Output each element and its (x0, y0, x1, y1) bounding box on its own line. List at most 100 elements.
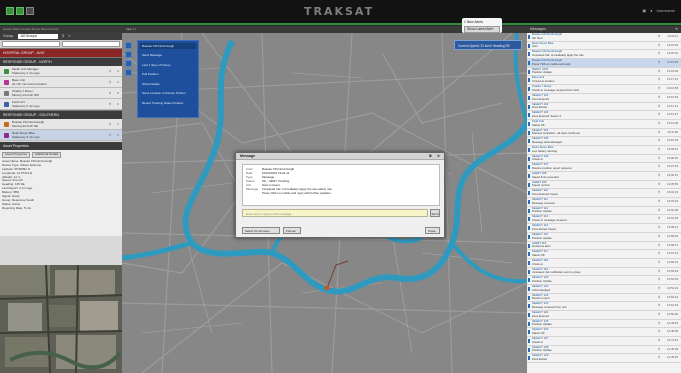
asset-row[interactable]: Refer Rover Blue Stationary 3 min ago ⚲ ≡ (0, 130, 122, 141)
message-row[interactable]: SELECT 117 Status OK ⚲ 12:57:13 (527, 250, 681, 259)
message-row[interactable]: SELECT 106 Check-in ⚲ 13:08:02 (527, 155, 681, 164)
close-button[interactable]: Close (425, 227, 440, 234)
menu-icon[interactable]: ≡ (68, 33, 70, 40)
zoom-out-button[interactable] (125, 51, 132, 58)
search-icon[interactable]: ⚲ (109, 91, 111, 95)
group-header[interactable]: RESPONSE GROUP - NORTH (0, 57, 122, 66)
message-row[interactable]: ALERT 109 Speed normal ⚲ 13:05:55 (527, 181, 681, 190)
reply-icon[interactable]: ⚲ (658, 95, 660, 100)
select-all-users-button[interactable]: Select for all users (242, 227, 280, 234)
menu-icon[interactable]: ≡ (117, 69, 119, 73)
show-latest-alert-button[interactable]: Show Latest Alert (464, 26, 500, 33)
message-row[interactable]: SELECT 125 Position Update ⚲ 12:49:18 (527, 320, 681, 329)
menu-icon[interactable]: ≡ (117, 102, 119, 106)
message-row[interactable]: Boaster FM Nordi Aargh Increased risk. Im… (527, 50, 681, 60)
reply-icon[interactable]: ⚲ (658, 78, 660, 82)
reply-icon[interactable]: ⚲ (658, 191, 660, 195)
search-input[interactable] (62, 41, 120, 47)
message-row[interactable]: Charlie 7 Rover Check-in message received… (527, 85, 681, 94)
zoom-in-button[interactable] (125, 42, 132, 49)
search-icon[interactable]: ⚲ (109, 122, 111, 126)
reply-icon[interactable]: ⚲ (658, 278, 660, 282)
reply-icon[interactable]: ⚲ (658, 338, 660, 343)
group-select[interactable]: All Groups (17, 34, 58, 39)
reply-icon[interactable]: ⚲ (658, 260, 660, 265)
message-row[interactable]: Field Unit Status OK ⚲ 13:12:06 (527, 120, 681, 129)
group-header[interactable]: RESPONSE GROUP - SOUTHERN (0, 110, 122, 119)
reply-icon[interactable]: ⚲ (658, 269, 660, 274)
measure-button[interactable] (125, 69, 132, 76)
asset-row[interactable]: Base Unit A1 OK. No recent location ⚲ ≡ (0, 77, 122, 88)
message-row[interactable]: ALERT 116 Geofence alert ⚲ 12:58:27 (527, 242, 681, 251)
message-row[interactable]: SELECT 129 Zone Exited ⚲ 12:45:25 (527, 354, 681, 364)
message-row[interactable]: Boaster FM Nordi Aargh OK Sent ⚲ 13:22:11 (527, 33, 681, 42)
message-row[interactable]: SELECT 120 Position Update ⚲ 12:54:36 (527, 276, 681, 285)
window-icon[interactable]: ▣ (642, 8, 646, 13)
menu-icon[interactable]: ≡ (117, 133, 119, 137)
menu-icon[interactable]: ≡ (117, 91, 119, 95)
message-row[interactable]: SELECT 126 Status OK ⚲ 12:48:05 (527, 328, 681, 338)
message-row[interactable]: SELECT 128 Position Update ⚲ 12:46:39 (527, 346, 681, 355)
reply-icon[interactable]: ⚲ (658, 173, 660, 178)
search-icon[interactable]: ⚲ (109, 102, 111, 106)
reply-icon[interactable]: ⚲ (658, 34, 660, 39)
asset-row[interactable]: Boaster FM Nordi Aargh Moving 22 km/h SE ⚲… (0, 119, 122, 130)
context-menu-item[interactable]: Show Details (140, 80, 196, 90)
message-row[interactable]: SELECT 114 Zone Exited: Depot ⚲ 13:00:12 (527, 224, 681, 233)
message-list[interactable]: Boaster FM Nordi Aargh OK Sent ⚲ 13:22:11 Re… (527, 33, 681, 373)
reply-icon[interactable]: ⚲ (658, 330, 660, 334)
reply-icon[interactable]: ⚲ (658, 286, 660, 291)
close-icon[interactable]: ✕ (437, 153, 440, 160)
message-row[interactable]: SELECT 112 Position Update ⚲ 13:02:08 (527, 207, 681, 216)
left-menu-bar[interactable]: Assets Maps Groups Zones Reports Help (0, 26, 122, 33)
reply-icon[interactable]: ⚲ (658, 295, 660, 300)
reply-icon[interactable]: ⚲ (658, 347, 660, 352)
settings-icon[interactable]: ⚙ (429, 153, 432, 160)
asset-row[interactable]: Field Unit Stationary 6 min ago ⚲ ≡ (0, 99, 122, 110)
close-icon[interactable]: ✕ (675, 26, 678, 33)
message-row[interactable]: SELECT 118 Check-in ⚲ 12:56:01 (527, 259, 681, 268)
filter-input[interactable] (2, 41, 60, 47)
reply-icon[interactable]: ⚲ (658, 356, 660, 360)
search-icon[interactable]: ⚲ (109, 133, 111, 137)
user-area[interactable]: ▣ ● Username (642, 8, 675, 13)
reply-icon[interactable]: ⚲ (658, 165, 660, 169)
reply-icon[interactable]: ⚲ (658, 225, 660, 230)
message-row[interactable]: SELECT 103 Zone Entered: Sector 4 ⚲ 13:13:2… (527, 111, 681, 120)
message-row[interactable]: Boaster FM Nordi Aargh Press YES on mobil… (527, 59, 681, 68)
reply-icon[interactable]: ⚲ (658, 112, 660, 117)
reply-icon[interactable]: ⚲ (658, 86, 660, 91)
message-row[interactable]: SELECT 119 Increased risk notification se… (527, 268, 681, 277)
reply-input[interactable]: Enter text to reply to this message (242, 209, 428, 217)
reply-icon[interactable]: ⚲ (658, 234, 660, 239)
message-row[interactable]: SELECT 127 Check-in ⚲ 12:47:51 (527, 337, 681, 346)
settings-icon[interactable] (26, 7, 34, 15)
search-icon[interactable]: ⚲ (62, 33, 65, 40)
reply-icon[interactable]: ⚲ (658, 139, 660, 143)
reply-icon[interactable]: ⚲ (658, 199, 660, 204)
message-row[interactable]: MEDIC UNIT Position Update ⚲ 13:18:30 (527, 68, 681, 77)
search-icon[interactable]: ⚲ (109, 69, 111, 73)
reply-icon[interactable]: ⚲ (658, 251, 660, 256)
format-button[interactable]: Format (283, 227, 301, 234)
reply-icon[interactable]: ⚲ (658, 69, 660, 74)
message-row[interactable]: Base Unit Arrived at location ⚲ 13:17:12 (527, 76, 681, 86)
reply-icon[interactable]: ⚲ (658, 130, 660, 135)
asset-marker[interactable] (324, 285, 330, 291)
reply-icon[interactable]: ⚲ (658, 312, 660, 317)
reply-icon[interactable]: ⚲ (658, 217, 660, 221)
message-row[interactable]: SELECT 104 Distress cancelled - all clear… (527, 129, 681, 138)
map-info-badge[interactable]: Current Speed: 22 km/h Heading SE (454, 40, 522, 50)
reply-icon[interactable]: ⚲ (658, 182, 660, 187)
context-menu-item[interactable]: Poll Position (140, 70, 196, 80)
message-row[interactable]: SELECT 121 Acknowledged ⚲ 12:53:22 (527, 285, 681, 294)
context-menu-item[interactable]: Send Location to Partner Partner (140, 89, 196, 99)
context-menu-item[interactable]: Last 7 days of history (140, 61, 196, 71)
message-row[interactable]: Refer Rover Blue Low battery warning ⚲ 13:0… (527, 146, 681, 155)
message-row[interactable]: SELECT 111 Message received ⚲ 13:03:20 (527, 198, 681, 207)
message-row[interactable]: SELECT 107 Routine position report receiv… (527, 163, 681, 172)
message-row[interactable]: SELECT 101 Zone Entered ⚲ 13:15:03 (527, 94, 681, 103)
send-button[interactable]: Send (430, 209, 440, 217)
asset-row[interactable]: Charlie 7 Rover Moving 14 km/h NW ⚲ ≡ (0, 88, 122, 99)
group-header[interactable]: HOSPITAL GROUP - AVIS (0, 48, 122, 57)
